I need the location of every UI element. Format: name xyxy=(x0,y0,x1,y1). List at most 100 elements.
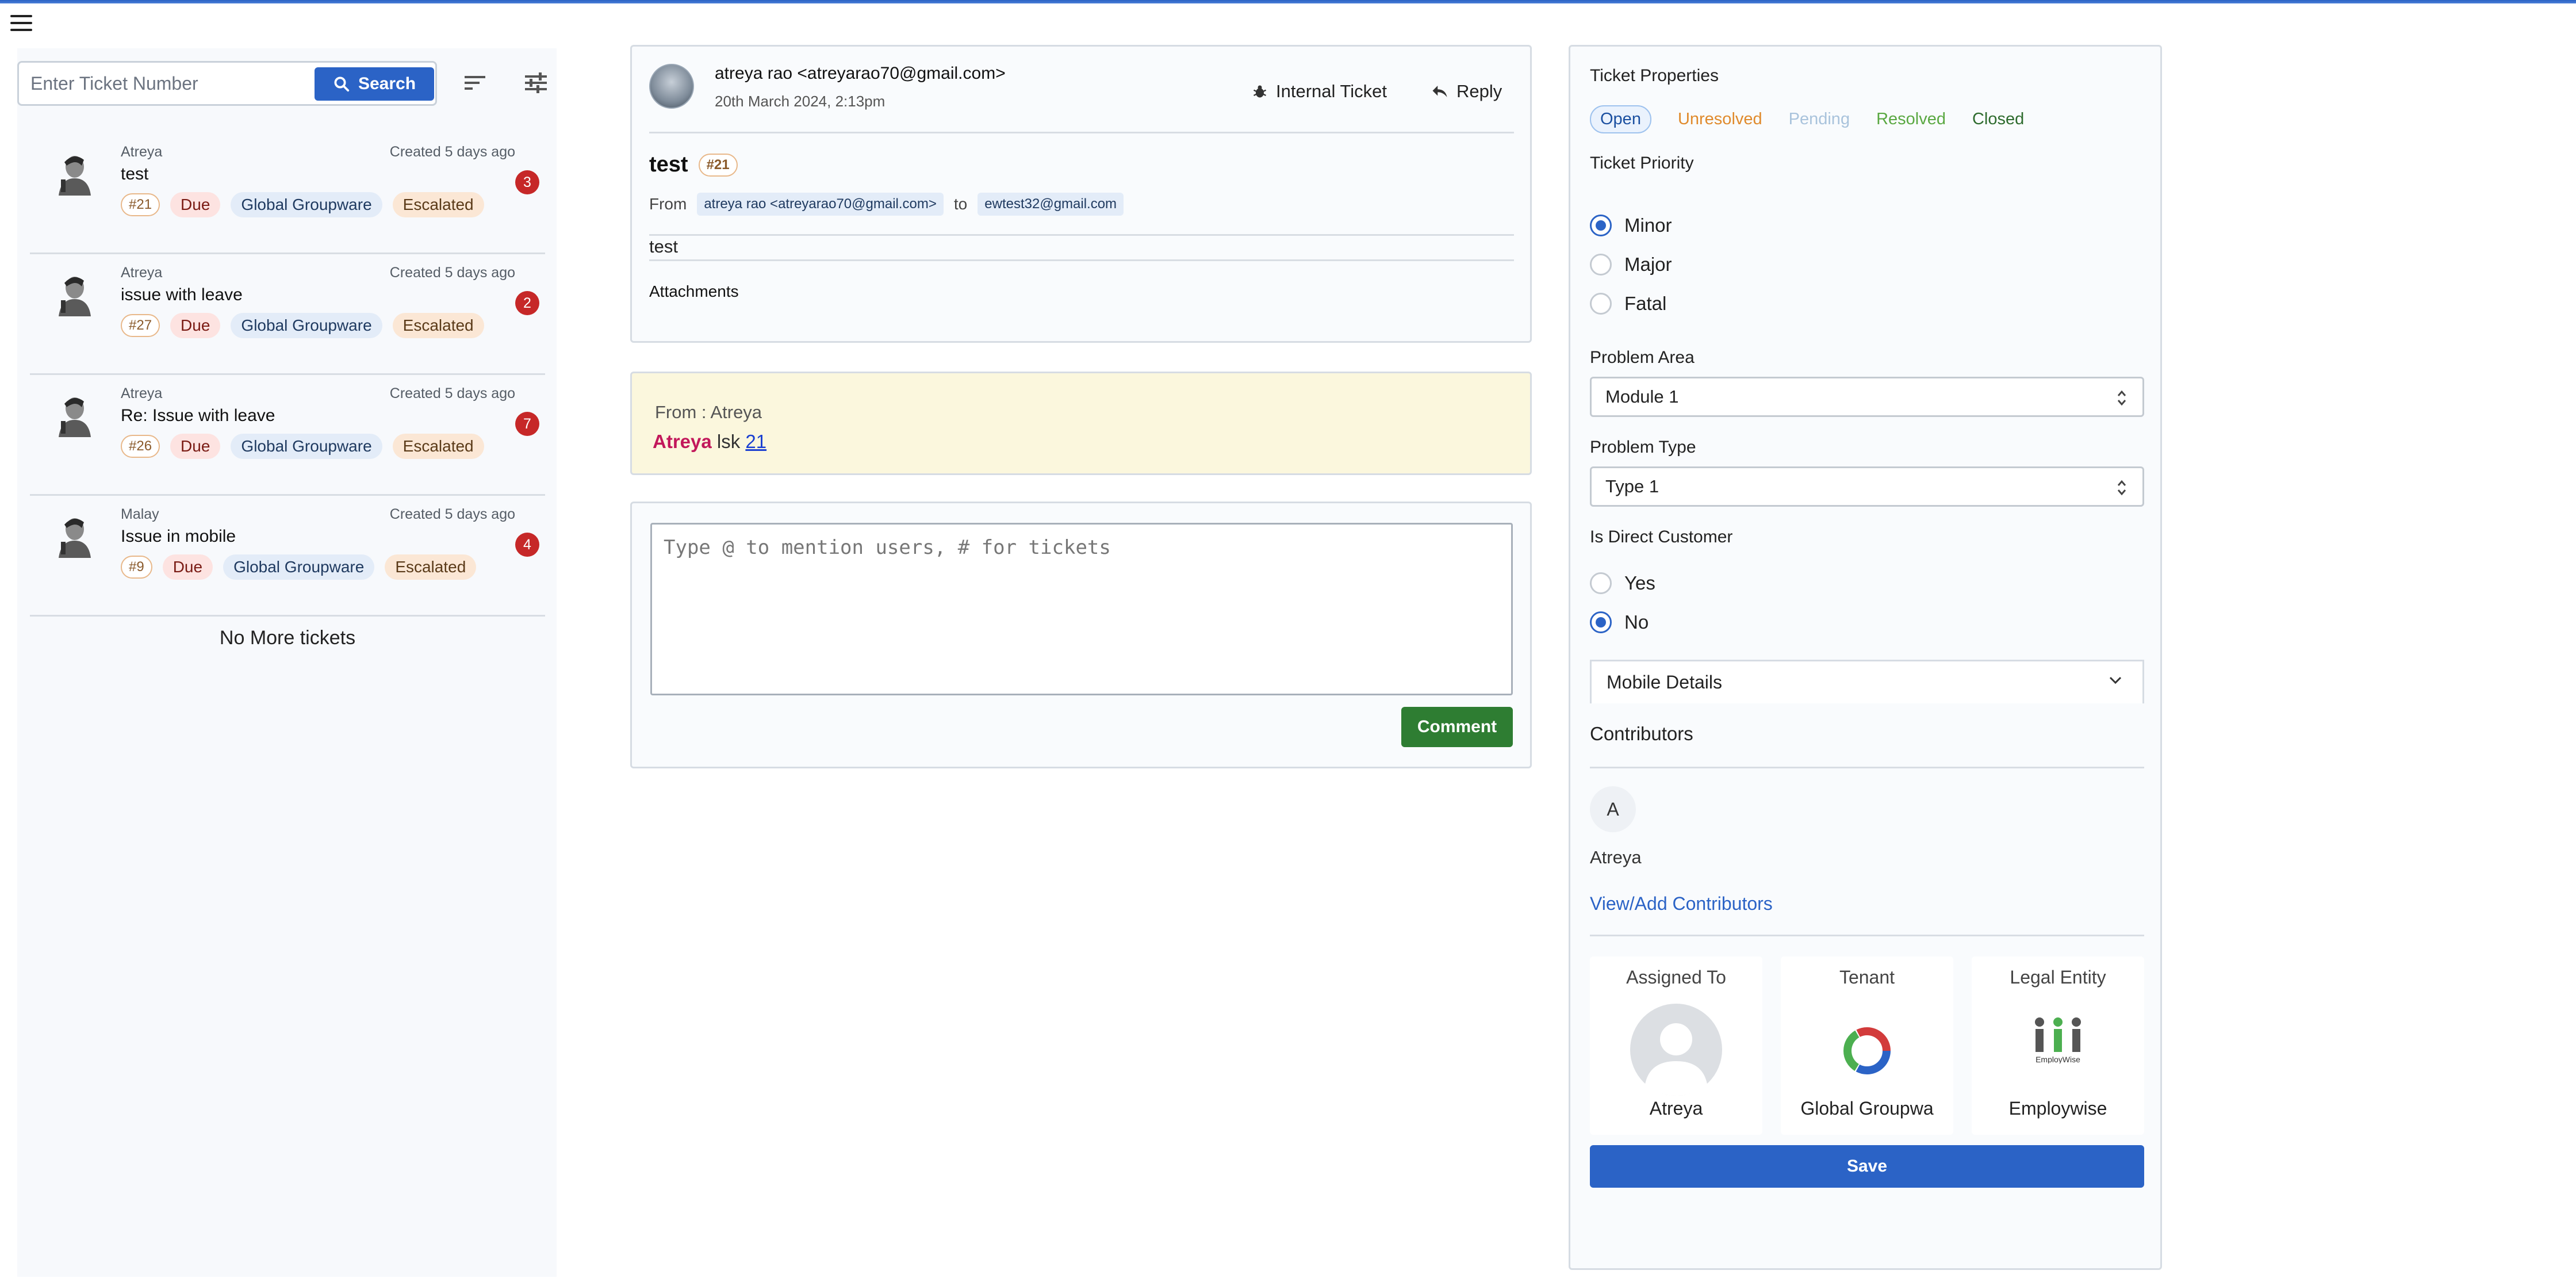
ticket-count-badge: 7 xyxy=(515,412,539,436)
mobile-details-accordion[interactable]: Mobile Details xyxy=(1590,660,2144,703)
no-more-tickets-text: No More tickets xyxy=(219,627,356,649)
internal-ticket-button[interactable]: Internal Ticket xyxy=(1252,75,1387,108)
info-divider xyxy=(1590,935,2144,936)
contributor-name: Atreya xyxy=(1590,847,1642,867)
sort-button[interactable] xyxy=(459,67,491,99)
direct-customer-yes[interactable]: Yes xyxy=(1590,572,1655,594)
filter-button[interactable] xyxy=(520,67,552,99)
ticket-created: Created 5 days ago xyxy=(389,144,515,160)
problem-area-label: Problem Area xyxy=(1590,348,1695,367)
status-selector: Open Unresolved Pending Resolved Closed xyxy=(1590,105,2024,133)
note-body: Atreya lsk 21 xyxy=(653,431,766,453)
radio-icon xyxy=(1590,254,1612,276)
ticket-list-item[interactable]: Atreya Created 5 days ago test 3 #21 Due… xyxy=(30,135,545,254)
ticket-list-item[interactable]: Atreya Created 5 days ago issue with lea… xyxy=(30,255,545,375)
ticket-number-tag: #26 xyxy=(121,435,160,458)
ticket-subject: issue with leave xyxy=(121,285,243,304)
comment-input[interactable] xyxy=(650,523,1513,695)
internal-ticket-label: Internal Ticket xyxy=(1276,81,1387,101)
search-icon xyxy=(334,76,350,92)
status-pending[interactable]: Pending xyxy=(1789,110,1850,129)
ticket-list-item[interactable]: Malay Created 5 days ago Issue in mobile… xyxy=(30,497,545,617)
internal-note-card: From : Atreya Atreya lsk 21 xyxy=(630,372,1532,475)
reply-label: Reply xyxy=(1456,81,1502,101)
body-divider xyxy=(649,234,1514,236)
email-message-card: atreya rao <atreyarao70@gmail.com> 20th … xyxy=(630,45,1532,343)
note-mention: Atreya xyxy=(653,431,712,452)
priority-option-fatal[interactable]: Fatal xyxy=(1590,293,1666,315)
ticket-created: Created 5 days ago xyxy=(389,385,515,401)
assigned-to-card[interactable]: Assigned To Atreya xyxy=(1590,956,1762,1135)
radio-selected-icon xyxy=(1590,611,1612,633)
escalated-tag: Escalated xyxy=(392,192,484,217)
search-button-label: Search xyxy=(358,74,416,93)
due-tag: Due xyxy=(170,434,221,459)
problem-area-select[interactable]: Module 1 xyxy=(1590,377,2144,417)
ticket-created: Created 5 days ago xyxy=(389,506,515,522)
reply-button[interactable]: Reply xyxy=(1431,75,1502,108)
ticket-properties-title: Ticket Properties xyxy=(1590,66,1719,85)
priority-option-minor[interactable]: Minor xyxy=(1590,215,1672,236)
radio-icon xyxy=(1590,572,1612,594)
legal-entity-card[interactable]: Legal Entity EmployWise Employwise xyxy=(1972,956,2144,1135)
save-button[interactable]: Save xyxy=(1590,1145,2144,1188)
problem-type-label: Problem Type xyxy=(1590,438,1696,457)
user-avatar-icon xyxy=(59,277,91,316)
user-avatar-icon xyxy=(59,518,91,558)
due-tag: Due xyxy=(162,554,213,580)
ticket-count-badge: 2 xyxy=(515,291,539,315)
legal-entity-label: Legal Entity xyxy=(2010,967,2106,988)
sort-icon xyxy=(465,76,485,90)
tenant-logo-icon xyxy=(1843,1027,1891,1074)
tune-filter-icon xyxy=(525,72,547,93)
bug-icon xyxy=(1253,85,1267,98)
hamburger-menu-icon[interactable] xyxy=(10,15,32,31)
to-chip: ewtest32@gmail.com xyxy=(977,193,1124,216)
ticket-link[interactable]: 21 xyxy=(745,431,766,452)
search-button[interactable]: Search xyxy=(315,67,434,101)
status-unresolved[interactable]: Unresolved xyxy=(1678,110,1762,129)
tenant-card[interactable]: Tenant Global Groupwa xyxy=(1781,956,1953,1135)
escalated-tag: Escalated xyxy=(385,554,477,580)
comment-button[interactable]: Comment xyxy=(1401,707,1513,747)
ticket-number-tag: #9 xyxy=(121,556,152,579)
from-to-row: From atreya rao <atreyarao70@gmail.com> … xyxy=(649,193,1124,216)
contributors-divider xyxy=(1590,767,2144,768)
ticket-list-item[interactable]: Atreya Created 5 days ago Re: Issue with… xyxy=(30,376,545,496)
ticket-properties-panel: Ticket Properties Open Unresolved Pendin… xyxy=(1569,45,2162,1270)
direct-yes-label: Yes xyxy=(1624,572,1655,594)
body-divider-bottom xyxy=(649,259,1514,261)
problem-type-select[interactable]: Type 1 xyxy=(1590,466,2144,507)
group-tag: Global Groupware xyxy=(231,192,382,217)
status-open[interactable]: Open xyxy=(1590,105,1651,133)
user-avatar-icon xyxy=(59,156,91,196)
direct-customer-no[interactable]: No xyxy=(1590,611,1649,633)
employwise-logo-icon: EmployWise xyxy=(2035,1017,2081,1063)
ticket-number-input[interactable] xyxy=(30,70,318,97)
mobile-details-label: Mobile Details xyxy=(1607,672,1722,692)
user-avatar-icon xyxy=(59,397,91,437)
reply-icon xyxy=(1432,86,1447,97)
status-closed[interactable]: Closed xyxy=(1972,110,2024,129)
priority-major-label: Major xyxy=(1624,254,1672,275)
priority-option-major[interactable]: Major xyxy=(1590,254,1672,276)
contributor-avatar: A xyxy=(1590,786,1636,832)
view-add-contributors-link[interactable]: View/Add Contributors xyxy=(1590,893,1773,915)
problem-type-value: Type 1 xyxy=(1605,476,1659,496)
direct-no-label: No xyxy=(1624,611,1649,633)
tenant-value: Global Groupwa xyxy=(1800,1098,1934,1119)
top-accent-bar xyxy=(0,0,2576,3)
note-text: lsk xyxy=(711,431,746,452)
ticket-number-tag: #27 xyxy=(121,314,160,337)
default-avatar-icon xyxy=(1630,1004,1722,1096)
ticket-subject: Issue in mobile xyxy=(121,527,236,546)
escalated-tag: Escalated xyxy=(392,434,484,459)
ticket-search-bar: Search xyxy=(17,61,437,106)
ticket-author: Atreya xyxy=(121,265,163,281)
assigned-to-label: Assigned To xyxy=(1626,967,1726,988)
email-body: test xyxy=(649,236,678,257)
due-tag: Due xyxy=(170,313,221,338)
sender-name: atreya rao <atreyarao70@gmail.com> xyxy=(715,64,1006,83)
status-resolved[interactable]: Resolved xyxy=(1876,110,1946,129)
header-divider xyxy=(649,132,1514,133)
